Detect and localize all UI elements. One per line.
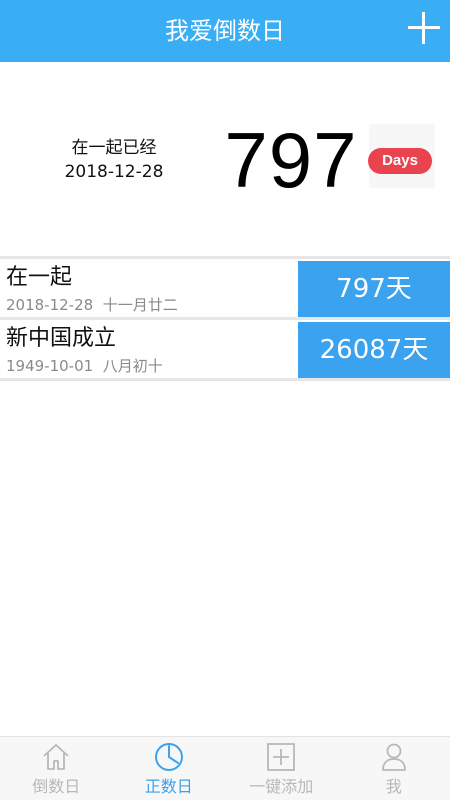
nav-me[interactable]: 我: [338, 737, 450, 800]
home-icon: [43, 744, 69, 770]
event-days-badge: 797天: [298, 261, 450, 317]
nav-label: 正数日: [144, 777, 193, 796]
event-date: 2018-12-28: [6, 296, 94, 314]
bottom-nav: 倒数日 正数日 一键添加 我: [0, 736, 450, 800]
app-header: 我爱倒数日: [0, 0, 450, 62]
days-badge: Days: [368, 148, 432, 174]
event-days-badge: 26087天: [298, 322, 450, 378]
add-button[interactable]: [402, 6, 446, 50]
list-item[interactable]: 在一起 2018-12-28 十一月廿二 797天: [0, 259, 450, 317]
hero-date: 2018-12-28: [64, 162, 164, 182]
nav-countup[interactable]: 正数日: [113, 737, 226, 800]
event-title: 在一起: [6, 265, 73, 290]
event-lunar-date: 十一月廿二: [102, 296, 178, 314]
nav-label: 倒数日: [32, 777, 81, 796]
user-icon: [381, 743, 406, 771]
nav-label: 一键添加: [249, 777, 314, 796]
event-date: 1949-10-01: [6, 357, 94, 375]
divider: [0, 378, 450, 381]
page-title: 我爱倒数日: [165, 17, 285, 45]
clock-icon: [154, 743, 183, 771]
nav-quick-add[interactable]: 一键添加: [225, 737, 338, 800]
hero-caption: 在一起已经: [71, 138, 157, 158]
list-item[interactable]: 新中国成立 1949-10-01 八月初十 26087天: [0, 320, 450, 378]
nav-countdown[interactable]: 倒数日: [0, 737, 113, 800]
hero-day-count: 797: [224, 116, 358, 204]
event-title: 新中国成立: [6, 326, 117, 351]
event-lunar-date: 八月初十: [102, 357, 163, 375]
add-box-icon: [267, 743, 296, 771]
hero-summary: 在一起已经 2018-12-28 797 Days: [0, 62, 450, 256]
nav-label: 我: [385, 777, 402, 796]
